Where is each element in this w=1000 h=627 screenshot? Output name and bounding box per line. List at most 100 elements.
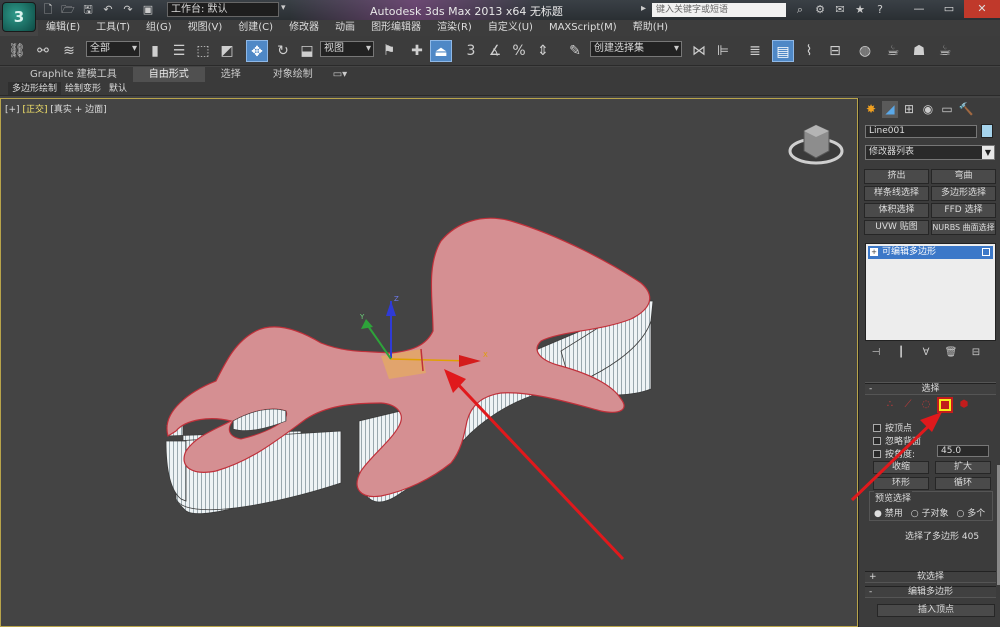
grow-button[interactable]: 扩大 — [935, 461, 991, 474]
select-move-icon[interactable]: ✥ — [246, 40, 268, 62]
volume-select-button[interactable]: 体积选择 — [864, 203, 929, 218]
render-production-icon[interactable]: ☕ — [934, 40, 956, 62]
menu-rendering[interactable]: 渲染(R) — [429, 20, 480, 36]
ring-button[interactable]: 环形 — [873, 477, 929, 490]
modify-tab-icon[interactable]: ◢ — [882, 101, 898, 118]
by-angle-checkbox[interactable]: 按角度: — [873, 447, 915, 460]
maximize-icon[interactable]: ▭ — [934, 0, 964, 18]
menu-group[interactable]: 组(G) — [138, 20, 180, 36]
close-icon[interactable]: ✕ — [964, 0, 1000, 18]
mirror-icon[interactable]: ⋈ — [688, 40, 710, 62]
graphite-toggle-icon[interactable]: ▤ — [772, 40, 794, 62]
make-unique-icon[interactable]: ∀ — [919, 347, 933, 361]
minimize-icon[interactable]: — — [904, 0, 934, 18]
save-icon[interactable]: 🖫 — [80, 2, 96, 17]
link-icon[interactable]: ⛓ — [6, 40, 28, 62]
stack-item-editable-poly[interactable]: + 可编辑多边形 — [868, 246, 993, 259]
object-name-field[interactable]: Line001 — [865, 125, 977, 138]
menu-maxscript[interactable]: MAXScript(M) — [541, 20, 625, 36]
material-editor-icon[interactable]: ◍ — [854, 40, 876, 62]
curve-editor-icon[interactable]: ⌇ — [798, 40, 820, 62]
preview-subobject-radio[interactable]: ○ 子对象 — [911, 506, 949, 519]
nurbs-surface-select-button[interactable]: NURBS 曲面选择 — [931, 220, 996, 235]
snaps-toggle-icon[interactable]: 3 — [460, 40, 482, 62]
remove-modifier-icon[interactable]: 🗑 — [944, 347, 958, 361]
ignore-backfacing-checkbox[interactable]: 忽略背面 — [873, 434, 921, 447]
workspace-arrow-icon[interactable]: ▾ — [281, 3, 286, 13]
new-file-icon[interactable]: 🗋 — [40, 2, 56, 17]
edge-level-icon[interactable]: ⟋ — [901, 398, 915, 412]
border-level-icon[interactable]: ◌ — [919, 398, 933, 412]
redo-icon[interactable]: ↷ — [120, 2, 136, 17]
tab-selection[interactable]: 选择 — [205, 67, 257, 82]
uvw-map-button[interactable]: UVW 贴图 — [864, 220, 929, 235]
subtab-paint-deform[interactable]: 绘制变形 — [61, 82, 105, 95]
show-end-result-icon[interactable]: ┃ — [894, 347, 908, 361]
use-pivot-icon[interactable]: ⚑ — [378, 40, 400, 62]
search-icon[interactable]: ⌕ — [793, 3, 807, 17]
viewcube-icon[interactable] — [788, 124, 844, 165]
polygon-level-icon[interactable] — [937, 397, 953, 413]
soft-selection-rollout-title[interactable]: + 软选择 — [865, 571, 996, 583]
select-rotate-icon[interactable]: ↻ — [272, 40, 294, 62]
search-expand-icon[interactable]: ▸ — [641, 3, 646, 14]
chevron-down-icon[interactable]: ▼ — [982, 146, 994, 159]
loop-button[interactable]: 循环 — [935, 477, 991, 490]
rendered-frame-icon[interactable]: ☗ — [908, 40, 930, 62]
reference-coordinate-dropdown[interactable]: 视图 — [320, 41, 374, 57]
motion-tab-icon[interactable]: ◉ — [920, 101, 936, 118]
edit-named-selection-icon[interactable]: ✎ — [564, 40, 586, 62]
app-logo-icon[interactable]: 3 — [2, 2, 36, 32]
expand-icon[interactable]: + — [870, 248, 878, 256]
select-object-icon[interactable]: ▮ — [144, 40, 166, 62]
selection-rollout-title[interactable]: - 选择 — [865, 383, 996, 395]
ffd-select-button[interactable]: FFD 选择 — [931, 203, 996, 218]
select-manipulate-icon[interactable]: ✚ — [406, 40, 428, 62]
selection-filter-dropdown[interactable]: 全部 — [86, 41, 140, 57]
favorites-icon[interactable]: ★ — [853, 3, 867, 17]
modifier-list-dropdown[interactable]: 修改器列表 ▼ — [865, 145, 995, 160]
menu-edit[interactable]: 编辑(E) — [38, 20, 88, 36]
tab-freeform[interactable]: 自由形式 — [132, 67, 205, 82]
element-level-icon[interactable]: ⬢ — [957, 398, 971, 412]
rectangular-selection-icon[interactable]: ⬚ — [192, 40, 214, 62]
layer-manager-icon[interactable]: ≣ — [744, 40, 766, 62]
select-scale-icon[interactable]: ⬓ — [296, 40, 318, 62]
ribbon-options-icon[interactable]: ▭▾ — [329, 67, 351, 82]
menu-animation[interactable]: 动画 — [327, 20, 363, 36]
project-folder-icon[interactable]: ▣ — [140, 2, 156, 17]
workspace-dropdown[interactable]: 工作台: 默认 — [167, 2, 279, 17]
bind-space-warp-icon[interactable]: ≋ — [58, 40, 80, 62]
subscription-icon[interactable]: ⚙ — [813, 3, 827, 17]
display-tab-icon[interactable]: ▭ — [939, 101, 955, 118]
angle-snap-icon[interactable]: ∡ — [484, 40, 506, 62]
align-icon[interactable]: ⊫ — [712, 40, 734, 62]
configure-modifier-sets-icon[interactable]: ⊟ — [969, 347, 983, 361]
by-vertex-checkbox[interactable]: 按顶点 — [873, 421, 912, 434]
menu-views[interactable]: 视图(V) — [180, 20, 231, 36]
percent-snap-icon[interactable]: % — [508, 40, 530, 62]
communication-icon[interactable]: ✉ — [833, 3, 847, 17]
stack-toggle-icon[interactable] — [982, 248, 990, 256]
create-tab-icon[interactable]: ✸ — [863, 101, 879, 118]
preview-multi-radio[interactable]: ○ 多个 — [956, 506, 985, 519]
undo-icon[interactable]: ↶ — [100, 2, 116, 17]
insert-vertex-button[interactable]: 插入顶点 — [877, 604, 995, 617]
unlink-icon[interactable]: ⚯ — [32, 40, 54, 62]
named-selection-dropdown[interactable]: 创建选择集 — [590, 41, 682, 57]
select-by-name-icon[interactable]: ☰ — [168, 40, 190, 62]
help-icon[interactable]: ? — [873, 3, 887, 17]
poly-select-button[interactable]: 多边形选择 — [931, 186, 996, 201]
angle-spinner[interactable]: 45.0 — [937, 445, 989, 457]
utilities-tab-icon[interactable]: 🔨 — [958, 101, 974, 118]
bend-button[interactable]: 弯曲 — [931, 169, 996, 184]
menu-help[interactable]: 帮助(H) — [625, 20, 676, 36]
menu-modifiers[interactable]: 修改器 — [281, 20, 327, 36]
spline-select-button[interactable]: 样条线选择 — [864, 186, 929, 201]
open-file-icon[interactable]: 🗁 — [60, 2, 76, 17]
menu-tools[interactable]: 工具(T) — [88, 20, 138, 36]
subtab-poly-draw[interactable]: 多边形绘制 — [8, 82, 62, 95]
modifier-stack[interactable]: + 可编辑多边形 — [865, 243, 996, 341]
shrink-button[interactable]: 收缩 — [873, 461, 929, 474]
spinner-snap-icon[interactable]: ⇕ — [532, 40, 554, 62]
